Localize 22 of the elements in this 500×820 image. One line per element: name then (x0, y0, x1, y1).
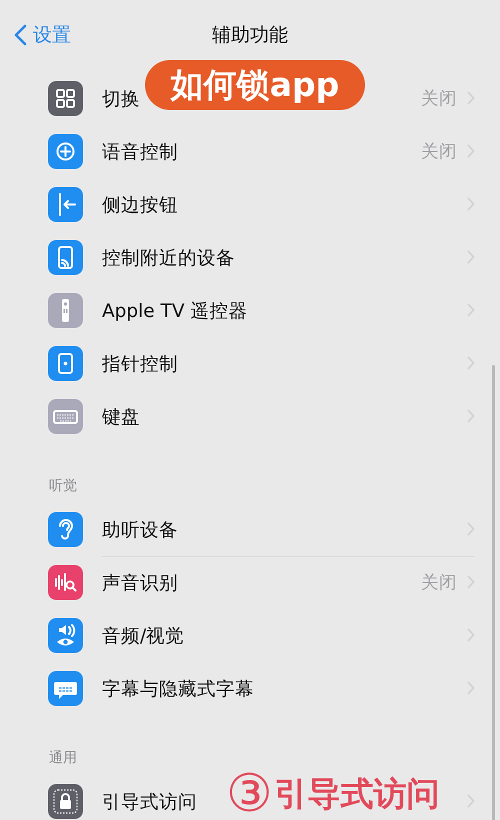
row-label[interactable]: 声音识别 (102, 570, 178, 594)
row-label[interactable]: 语音控制 (102, 138, 178, 164)
row-value: 关闭 (421, 572, 457, 594)
row-label[interactable]: 侧边按钮 (102, 192, 178, 216)
back-icon (14, 24, 27, 46)
row-label[interactable]: 音频/视觉 (102, 622, 184, 648)
step-number: ③ (226, 768, 273, 820)
section-header: 听觉 (49, 477, 77, 495)
row-value: 关闭 (421, 88, 457, 110)
row-label[interactable]: 键盘 (102, 404, 140, 428)
row-label[interactable]: Apple TV 遥控器 (102, 298, 248, 322)
page-title: 辅助功能 (212, 23, 288, 48)
caption-text: 引导式访问 (274, 773, 440, 815)
section-header: 通用 (49, 749, 77, 767)
row-label[interactable]: 字幕与隐藏式字幕 (102, 676, 254, 700)
row-value: 关闭 (421, 141, 457, 163)
row-label[interactable]: 指针控制 (102, 350, 178, 376)
caption-badge: 如何锁app (145, 60, 365, 110)
row-label[interactable]: 控制附近的设备 (102, 244, 235, 270)
row-label[interactable]: 引导式访问 (102, 788, 197, 814)
row-label[interactable]: 切换 (102, 86, 140, 110)
row-label[interactable]: 助听设备 (102, 516, 178, 542)
